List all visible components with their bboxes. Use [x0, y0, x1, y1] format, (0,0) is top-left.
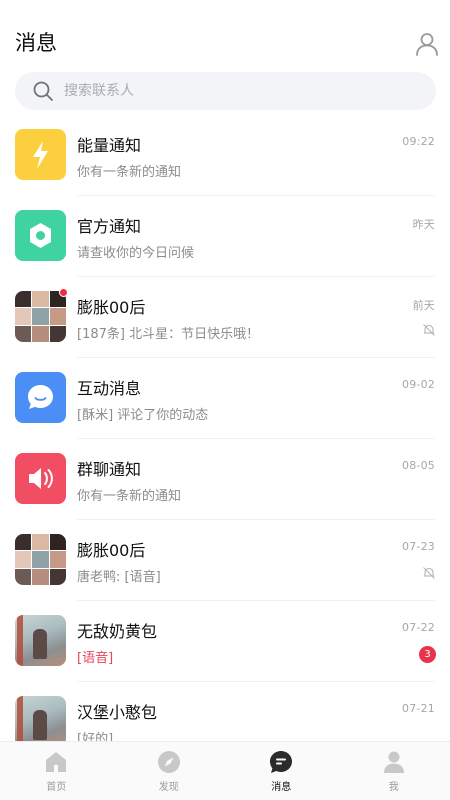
person-icon — [383, 751, 404, 773]
conversation-name: 互动消息 — [77, 379, 142, 398]
tab-messages[interactable]: 消息 — [225, 742, 338, 800]
conversation-preview: 你有一条新的通知 — [77, 165, 182, 180]
unread-badge: 3 — [419, 646, 436, 663]
tab-label: 我 — [388, 782, 399, 793]
conversation-name: 膨胀00后 — [77, 541, 146, 560]
conversation-preview: [酥米] 评论了你的动态 — [77, 408, 209, 423]
conversation-preview: 你有一条新的通知 — [77, 489, 182, 504]
search-icon — [33, 81, 53, 101]
conversation-time: 07-22 — [402, 621, 435, 634]
conversation-name: 群聊通知 — [77, 460, 142, 479]
conversation-time: 08-05 — [402, 459, 435, 472]
conversation-name: 汉堡小憨包 — [77, 703, 158, 722]
bottom-tab-bar: 首页 发现 消息 我 — [0, 741, 450, 800]
chat-bubble-icon — [28, 385, 53, 409]
conversation-item[interactable]: 官方通知 请查收你的今日问候 昨天 — [0, 196, 450, 277]
user-photo — [15, 615, 66, 666]
conversation-name: 无敌奶黄包 — [77, 622, 158, 641]
header: 消息 — [0, 0, 450, 70]
conversation-name: 官方通知 — [77, 217, 142, 236]
avatar — [15, 453, 66, 504]
conversation-name: 能量通知 — [77, 136, 142, 155]
compass-icon — [157, 751, 180, 773]
tab-discover[interactable]: 发现 — [113, 742, 226, 800]
conversation-item[interactable]: 膨胀00后 [187条] 北斗星：节日快乐哦！ 前天 — [0, 277, 450, 358]
page-title: 消息 — [15, 31, 57, 55]
tab-me[interactable]: 我 — [338, 742, 450, 800]
avatar — [15, 615, 66, 666]
conversation-item[interactable]: 能量通知 你有一条新的通知 09:22 — [0, 115, 450, 196]
mute-bell-icon — [423, 324, 435, 336]
group-avatar — [15, 534, 66, 585]
group-avatar — [15, 291, 66, 342]
mute-bell-icon — [423, 567, 435, 579]
conversation-item[interactable]: 互动消息 [酥米] 评论了你的动态 09-02 — [0, 358, 450, 439]
conversation-preview: 唐老鸭: [语音] — [77, 570, 161, 585]
unread-dot — [59, 288, 68, 297]
avatar — [15, 696, 66, 741]
conversation-item[interactable]: 汉堡小憨包 [好的] 07-21 — [0, 682, 450, 741]
conversation-time: 07-23 — [402, 540, 435, 553]
home-icon — [46, 752, 67, 772]
lightning-icon — [33, 141, 48, 169]
conversation-list: 能量通知 你有一条新的通知 09:22 官方通知 请查收你的今日问候 昨天 膨胀… — [0, 115, 450, 741]
speaker-icon — [29, 468, 53, 489]
hexagon-icon — [30, 223, 51, 248]
conversation-item[interactable]: 无敌奶黄包 [语音] 07-22 3 — [0, 601, 450, 682]
conversation-time: 09:22 — [402, 135, 435, 148]
avatar — [15, 129, 66, 180]
conversation-time: 09-02 — [402, 378, 435, 391]
group-collage — [15, 534, 66, 585]
conversation-name: 膨胀00后 — [77, 298, 146, 317]
conversation-time: 07-21 — [402, 702, 435, 715]
conversation-preview: [好的] — [77, 732, 114, 741]
search-bar[interactable] — [15, 72, 436, 110]
user-photo — [15, 696, 66, 741]
conversation-preview: [语音] — [77, 651, 114, 666]
conversation-preview: [187条] 北斗星：节日快乐哦！ — [77, 327, 260, 342]
avatar — [15, 372, 66, 423]
conversation-preview: 请查收你的今日问候 — [77, 246, 195, 261]
group-collage — [15, 291, 66, 342]
search-input[interactable] — [64, 83, 384, 99]
avatar — [15, 210, 66, 261]
tab-label: 发现 — [158, 782, 179, 793]
message-icon — [270, 751, 293, 773]
profile-icon[interactable] — [414, 31, 440, 57]
tab-label: 首页 — [46, 782, 67, 793]
tab-label: 消息 — [271, 782, 292, 793]
tab-home[interactable]: 首页 — [0, 742, 113, 800]
conversation-item[interactable]: 膨胀00后 唐老鸭: [语音] 07-23 — [0, 520, 450, 601]
conversation-time: 前天 — [412, 299, 435, 312]
conversation-item[interactable]: 群聊通知 你有一条新的通知 08-05 — [0, 439, 450, 520]
conversation-time: 昨天 — [412, 218, 435, 231]
